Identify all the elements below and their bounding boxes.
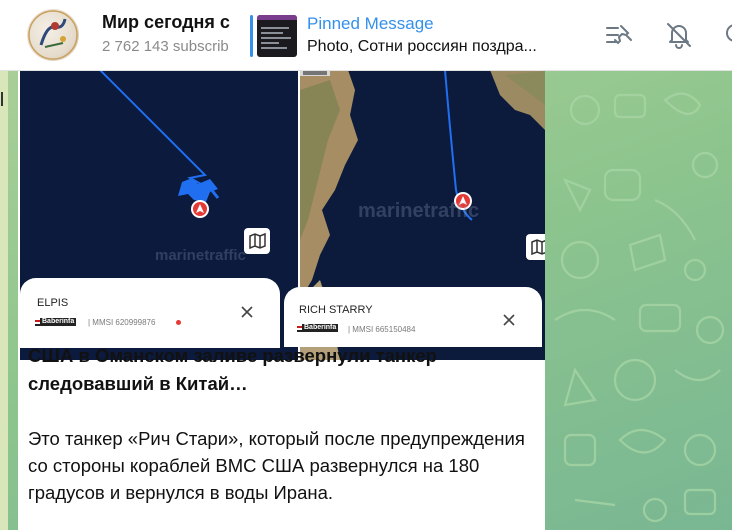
vessel-mmsi: | MMSI 665150484 <box>348 325 416 334</box>
vessel-name: ELPIS <box>37 297 69 309</box>
pinned-message[interactable]: Pinned Message Photo, Сотни россиян позд… <box>250 10 570 62</box>
pinned-list-icon[interactable] <box>604 20 634 50</box>
pinned-preview-text: Photo, Сотни россиян поздра... <box>307 38 537 55</box>
message-bubble: marinetraffic marinetraffic ELPIS Baberi… <box>18 70 545 530</box>
channel-avatar[interactable] <box>27 9 79 61</box>
map-watermark: marinetraffic <box>358 200 480 222</box>
pinned-indicator-bar <box>250 15 253 57</box>
vessel-info-card-rich-starry: RICH STARRY Baberinfa | MMSI 665150484 <box>284 287 542 347</box>
side-panel-edge <box>0 70 8 530</box>
map-icon <box>531 239 545 256</box>
map-icon <box>249 232 266 250</box>
map-watermark: marinetraffic <box>155 247 246 264</box>
subscriber-count: 2 762 143 subscrib <box>102 38 229 55</box>
chat-header: Мир сегодня с 2 762 143 subscrib Pinned … <box>0 0 732 71</box>
provider-badge: Baberinfa <box>302 324 339 332</box>
pinned-thumbnail <box>257 15 297 57</box>
wallpaper-pattern <box>554 92 725 523</box>
pinned-label: Pinned Message <box>307 14 434 33</box>
close-icon[interactable] <box>502 313 516 327</box>
vessel-name: RICH STARRY <box>299 304 373 316</box>
scroll-marker <box>1 92 3 106</box>
channel-title[interactable]: Мир сегодня с <box>102 12 250 33</box>
provider-badge: Baberinfa <box>40 318 77 326</box>
post-headline: США в Оманском заливе развернули танкер … <box>28 345 437 394</box>
vessel-info-card-elpis: ELPIS Baberinfa | MMSI 620999876 <box>20 278 280 348</box>
mute-bell-icon[interactable] <box>664 20 694 50</box>
map-view-button[interactable] <box>526 234 545 260</box>
close-icon[interactable] <box>240 305 254 319</box>
vessel-mmsi: | MMSI 620999876 <box>88 318 156 327</box>
map-view-button[interactable] <box>244 228 270 254</box>
post-body: Это танкер «Рич Стари», который после пр… <box>28 428 525 503</box>
search-icon[interactable] <box>722 20 732 50</box>
status-dot <box>176 320 181 325</box>
